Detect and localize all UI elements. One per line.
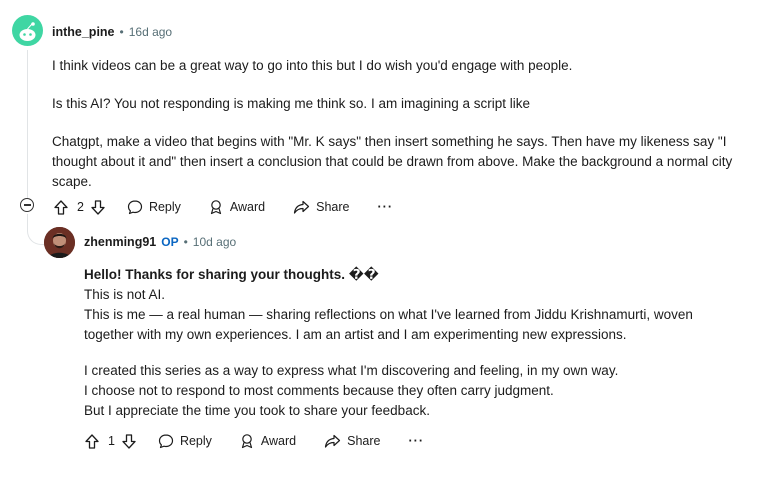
- comment-paragraph: But I appreciate the time you took to sh…: [84, 403, 430, 418]
- comment-actions: 1 Reply Award Share ···: [85, 431, 424, 451]
- more-options-button[interactable]: ···: [378, 200, 394, 214]
- reply-label: Reply: [179, 434, 212, 448]
- comment-paragraph: Chatgpt, make a video that begins with "…: [52, 134, 733, 189]
- more-options-button[interactable]: ···: [409, 434, 425, 448]
- share-button[interactable]: Share: [324, 434, 381, 449]
- comment-actions: 2 Reply Award Share ···: [54, 197, 393, 217]
- minus-icon: [23, 204, 31, 206]
- share-icon: [325, 434, 341, 448]
- reply-label: Reply: [148, 200, 181, 214]
- share-label: Share: [347, 434, 381, 448]
- share-label: Share: [316, 200, 350, 214]
- reply-icon: [127, 200, 143, 215]
- timestamp[interactable]: 10d ago: [193, 235, 236, 249]
- comment-body: Hello! Thanks for sharing your thoughts.…: [84, 265, 744, 421]
- comment-paragraph: This is me — a real human — sharing refl…: [84, 307, 693, 342]
- vote-count: 1: [108, 434, 115, 448]
- username[interactable]: zhenming91: [84, 235, 156, 249]
- comment-header: zhenming91 OP • 10d ago: [84, 235, 236, 249]
- collapse-thread-button[interactable]: [20, 198, 34, 212]
- comment-paragraph: I think videos can be a great way to go …: [52, 58, 573, 73]
- upvote-button[interactable]: [54, 199, 68, 215]
- meta-separator: •: [183, 235, 188, 249]
- upvote-icon: [54, 199, 68, 215]
- comment-paragraph: Is this AI? You not responding is making…: [52, 96, 530, 111]
- upvote-button[interactable]: [85, 433, 99, 449]
- upvote-icon: [85, 433, 99, 449]
- comment-paragraph: This is not AI.: [84, 287, 166, 302]
- reply-button[interactable]: Reply: [158, 433, 212, 449]
- award-label: Award: [260, 434, 297, 448]
- downvote-button[interactable]: [91, 199, 105, 215]
- comment-header: inthe_pine • 16d ago: [52, 25, 172, 39]
- thread-line[interactable]: [27, 50, 28, 198]
- comment-body: I think videos can be a great way to go …: [52, 56, 752, 192]
- downvote-icon: [122, 433, 136, 449]
- thread-line[interactable]: [27, 214, 44, 245]
- award-button[interactable]: Award: [239, 433, 296, 449]
- share-icon: [294, 200, 310, 214]
- award-label: Award: [229, 200, 266, 214]
- meta-separator: •: [119, 25, 124, 39]
- reply-button[interactable]: Reply: [127, 199, 181, 215]
- comment-paragraph: I created this series as a way to expres…: [84, 363, 619, 378]
- user-photo-icon: [44, 227, 75, 258]
- downvote-button[interactable]: [122, 433, 136, 449]
- username[interactable]: inthe_pine: [52, 25, 115, 39]
- snoo-avatar-icon: [19, 22, 36, 41]
- avatar[interactable]: [12, 15, 43, 46]
- comment-paragraph: Hello! Thanks for sharing your thoughts.…: [84, 267, 379, 282]
- award-icon: [210, 200, 222, 215]
- vote-count: 2: [77, 200, 84, 214]
- reply-icon: [158, 434, 174, 449]
- avatar[interactable]: [44, 227, 75, 258]
- award-icon: [241, 434, 253, 449]
- op-badge: OP: [161, 235, 179, 249]
- downvote-icon: [91, 199, 105, 215]
- share-button[interactable]: Share: [293, 200, 350, 215]
- comment-paragraph: I choose not to respond to most comments…: [84, 383, 554, 398]
- award-button[interactable]: Award: [208, 199, 265, 215]
- timestamp[interactable]: 16d ago: [129, 25, 172, 39]
